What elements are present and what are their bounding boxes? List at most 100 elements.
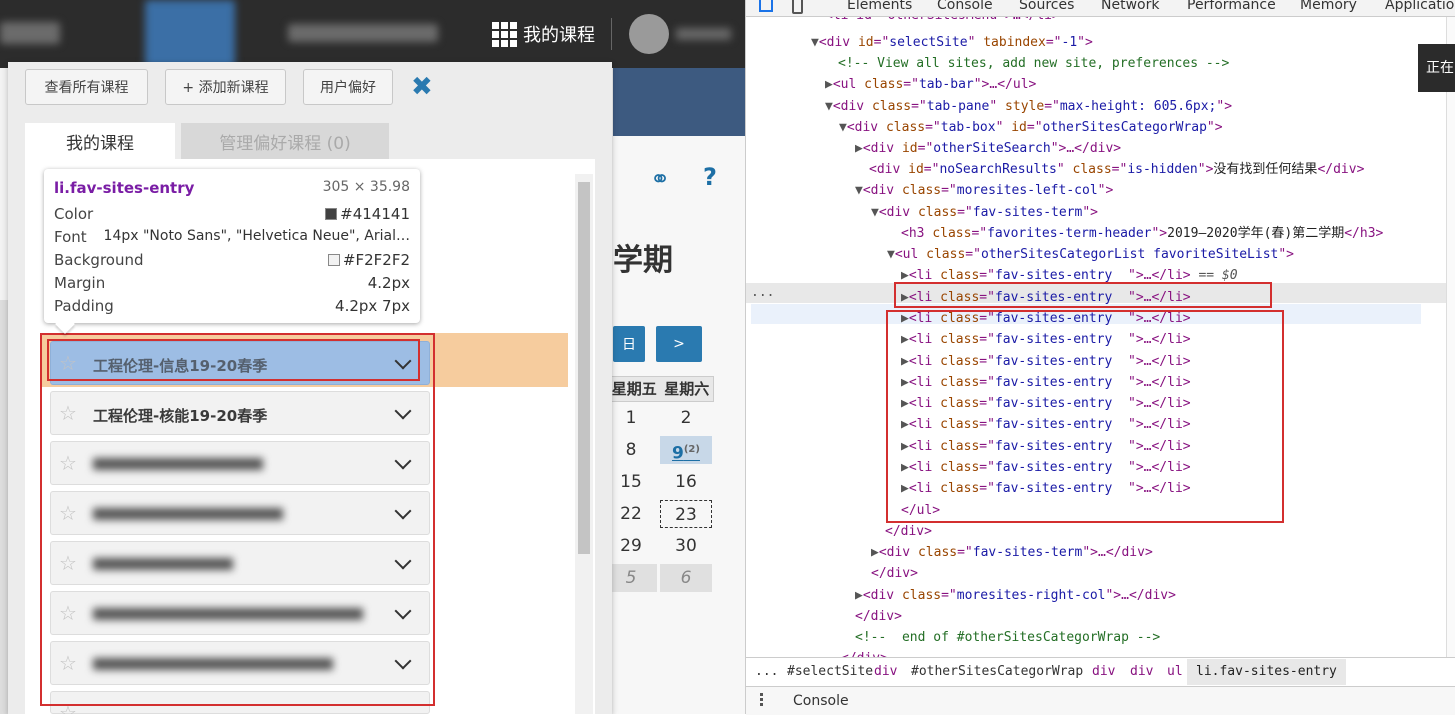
dom-node[interactable]: ▶<div id="otherSiteSearch">…</div>: [855, 139, 1121, 159]
dom-node[interactable]: <h3 class="favorites-term-header">2019–2…: [901, 224, 1383, 244]
course-site-page: 我的课程 ⚭ ? 学期 日 > 星期五 星期六 1 2 8 9(2) 15 16…: [0, 0, 745, 714]
breadcrumb-item[interactable]: #otherSitesCategorWrap: [911, 664, 1083, 679]
my-courses-label: 我的课程: [523, 25, 595, 46]
tooltip-size: 305 × 35.98: [322, 179, 410, 195]
grid-icon: [492, 21, 517, 47]
tooltip-key: Margin: [54, 274, 106, 292]
avatar[interactable]: [629, 14, 669, 54]
dom-node[interactable]: ▼<ul class="otherSitesCategorList favori…: [887, 245, 1294, 265]
calendar-day-with-events[interactable]: 9(2): [660, 436, 712, 464]
site-nav-bar: [613, 68, 745, 136]
breadcrumb-item[interactable]: ul: [1167, 664, 1183, 679]
breadcrumb-item[interactable]: div: [874, 664, 897, 679]
tab-memory[interactable]: Memory: [1300, 0, 1357, 13]
term-title-fragment: 学期: [613, 243, 673, 278]
breadcrumb-item[interactable]: div: [1092, 664, 1115, 679]
color-swatch: [325, 208, 338, 220]
annotation-box-node-list: [886, 310, 1284, 523]
dom-close-tag[interactable]: </div>: [871, 564, 918, 584]
tab-sources[interactable]: Sources: [1019, 0, 1074, 13]
dom-close-tag[interactable]: </div>: [855, 607, 902, 627]
breadcrumb-item-active[interactable]: li.fav-sites-entry: [1187, 659, 1346, 685]
blurred-username: [676, 28, 731, 40]
tooltip-key: Color: [54, 205, 94, 223]
dom-node[interactable]: <div id="noSearchResults" class="is-hidd…: [869, 160, 1364, 180]
weekday-label: 星期六: [664, 380, 710, 398]
tooltip-row-background: Background #F2F2F2: [54, 251, 410, 273]
console-drawer-bar: Console: [746, 686, 1455, 715]
tooltip-row-font: Font 14px "Noto Sans", "Helvetica Neue",…: [54, 228, 410, 250]
dom-node[interactable]: ▶<div class="fav-sites-term">…</div>: [871, 543, 1153, 563]
dom-node[interactable]: ▼<div id="selectSite" tabindex="-1">: [811, 33, 1093, 53]
annotation-box-list: [40, 333, 435, 706]
background-sidebar-edge: [0, 300, 8, 714]
calendar-header: 星期五 星期六: [607, 376, 714, 402]
calendar-day[interactable]: 22: [605, 500, 657, 528]
tab-network[interactable]: Network: [1101, 0, 1159, 13]
calendar-day-today[interactable]: 23: [660, 500, 712, 528]
calendar-day-next-month[interactable]: 5: [605, 564, 657, 592]
dom-comment[interactable]: <!-- View all sites, add new site, prefe…: [838, 54, 1229, 74]
dom-node[interactable]: ▶<ul class="tab-bar">…</ul>: [825, 75, 1036, 95]
tooltip-key: Background: [54, 251, 144, 269]
calendar-today-button[interactable]: 日: [613, 326, 645, 362]
view-all-courses-button[interactable]: 查看所有课程: [25, 69, 148, 105]
kebab-menu-icon[interactable]: [760, 693, 763, 696]
calendar-day[interactable]: 2: [660, 404, 712, 432]
annotation-box-selected-node: [894, 282, 1272, 308]
calendar-day-next-month[interactable]: 6: [660, 564, 712, 592]
tooltip-row-margin: Margin 4.2px: [54, 274, 410, 296]
tab-performance[interactable]: Performance: [1187, 0, 1276, 13]
calendar-day[interactable]: 15: [605, 468, 657, 496]
add-new-course-button[interactable]: + 添加新课程: [165, 69, 286, 105]
styles-pane-edge: [1446, 17, 1455, 657]
tooltip-selector: li.fav-sites-entry: [54, 179, 195, 197]
calendar-next-button[interactable]: >: [656, 326, 702, 362]
top-navigation-bar: 我的课程: [0, 0, 745, 68]
dom-node[interactable]: ▼<div class="moresites-left-col">: [855, 181, 1113, 201]
devtools-panel: Elements Console Sources Network Perform…: [745, 0, 1455, 715]
dom-node[interactable]: ▼<div class="fav-sites-term">: [871, 203, 1098, 223]
tab-my-courses[interactable]: 我的课程: [25, 123, 175, 159]
breadcrumb-item[interactable]: div: [1130, 664, 1153, 679]
my-courses-nav[interactable]: 我的课程: [492, 20, 595, 48]
dom-node[interactable]: ▶<div class="moresites-right-col">…</div…: [855, 586, 1176, 606]
tooltip-value: #414141: [325, 205, 410, 223]
blurred-banner: [145, 0, 235, 68]
calendar-day[interactable]: 8: [605, 436, 657, 464]
console-drawer-tab[interactable]: Console: [793, 693, 849, 709]
preferences-button[interactable]: 用户偏好: [303, 69, 393, 105]
dom-close-tag[interactable]: </div>: [885, 522, 932, 542]
tab-elements[interactable]: Elements: [847, 0, 912, 13]
calendar-day[interactable]: 1: [605, 404, 657, 432]
dom-close-tag[interactable]: </div>: [841, 649, 888, 657]
tooltip-row-color: Color #414141: [54, 205, 410, 227]
help-icon[interactable]: ?: [703, 163, 717, 191]
tooltip-value: 14px "Noto Sans", "Helvetica Neue", Aria…: [103, 228, 410, 244]
link-icon[interactable]: ⚭: [650, 165, 670, 193]
tooltip-key: Font: [54, 228, 87, 246]
blurred-nav-item: [288, 24, 438, 42]
calendar-day[interactable]: 30: [660, 532, 712, 560]
dom-node[interactable]: ▼<div class="tab-pane" style="max-height…: [825, 97, 1232, 117]
breadcrumb: ... #selectSite div #otherSitesCategorWr…: [746, 657, 1455, 686]
event-count-badge: (2): [683, 444, 700, 455]
dom-comment[interactable]: <!-- end of #otherSitesCategorWrap -->: [855, 628, 1160, 648]
inspect-element-icon[interactable]: [759, 0, 773, 12]
scrollbar-thumb[interactable]: [578, 182, 590, 554]
weekday-label: 星期五: [611, 380, 657, 398]
tab-console[interactable]: Console: [937, 0, 993, 13]
more-options-icon[interactable]: ...: [751, 285, 774, 300]
dom-node[interactable]: <li id="otherSitesMenu">…</li>: [825, 17, 1060, 26]
breadcrumb-item[interactable]: #selectSite: [787, 664, 873, 679]
calendar-day[interactable]: 29: [605, 532, 657, 560]
dom-node[interactable]: ▼<div class="tab-box" id="otherSitesCate…: [839, 118, 1223, 138]
tab-application[interactable]: Application: [1385, 0, 1455, 13]
tooltip-value: #F2F2F2: [327, 251, 410, 269]
calendar-day[interactable]: 16: [660, 468, 712, 496]
breadcrumb-more[interactable]: ...: [755, 664, 778, 679]
day-number: 9: [672, 443, 684, 464]
device-toolbar-icon[interactable]: [792, 0, 803, 14]
close-icon[interactable]: ✖: [411, 72, 433, 102]
tab-manage-preferences[interactable]: 管理偏好课程 (0): [181, 123, 389, 159]
